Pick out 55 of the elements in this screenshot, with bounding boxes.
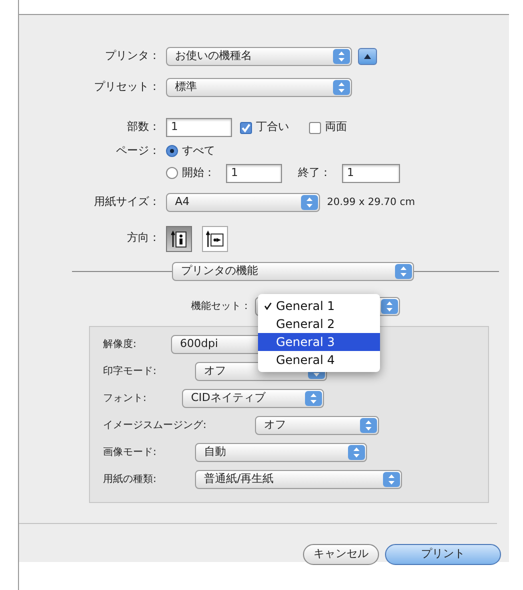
menu-item[interactable]: General 4 (258, 351, 380, 369)
stepper-icon (383, 472, 400, 486)
popup-menu[interactable]: 自動 (195, 442, 367, 462)
field-label: イメージスムージング: (103, 418, 208, 432)
field-label: 機能セット： (190, 300, 252, 314)
stepper-icon (395, 264, 412, 278)
stepper-icon (333, 80, 350, 95)
field-label: 方向： (126, 230, 161, 246)
field-label: 終了： (298, 164, 332, 181)
triangle-icon (364, 54, 371, 59)
cancel-button[interactable]: キャンセル (303, 544, 379, 564)
popup-menu[interactable]: A4 (166, 192, 320, 212)
input-field[interactable]: 1 (226, 164, 282, 182)
radio-label: 開始： (182, 164, 216, 181)
field-label: プリセット： (93, 79, 161, 96)
input-field[interactable]: 1 (166, 118, 232, 137)
stepper-icon (301, 194, 318, 210)
field-label: 用紙の種類: (103, 472, 158, 486)
popup-menu[interactable]: CIDネイティブ (182, 388, 324, 408)
popup-menu[interactable]: お使いの機種名 (166, 47, 352, 66)
landscape-page-icon (206, 230, 224, 248)
orientation-button[interactable] (202, 226, 228, 252)
checkbox-label: 両面 (325, 119, 347, 136)
checkbox[interactable] (240, 122, 252, 134)
input-field[interactable]: 1 (342, 164, 400, 182)
popup-menu[interactable]: プリンタの機能 (172, 262, 414, 280)
print-button[interactable]: プリント (385, 544, 501, 564)
orientation-button[interactable] (166, 226, 192, 252)
field-label: 部数： (126, 119, 161, 136)
paper-dimensions: 20.99 x 29.70 cm (327, 196, 415, 210)
stepper-icon (305, 390, 322, 406)
field-label: 解像度: (103, 338, 138, 352)
radio-label: すべて (182, 143, 215, 159)
disclosure-button[interactable] (358, 48, 377, 65)
stepper-icon (348, 444, 365, 460)
popup-menu[interactable]: オフ (255, 416, 379, 434)
field-label: プリンタ： (104, 48, 161, 64)
field-label: 用紙サイズ： (93, 194, 161, 210)
popup-menu[interactable]: 普通紙/再生紙 (195, 470, 402, 488)
radio-button[interactable] (166, 167, 178, 179)
field-label: ページ： (115, 143, 161, 159)
checkmark-icon (264, 302, 272, 310)
field-label: 画像モード: (103, 446, 158, 460)
stepper-icon (333, 49, 350, 64)
menu-item[interactable]: General 2 (258, 315, 380, 333)
menu-item[interactable]: General 1 (258, 297, 380, 315)
radio-button[interactable] (166, 145, 178, 158)
portrait-page-icon (171, 230, 187, 248)
menu-item[interactable]: General 3 (258, 333, 380, 351)
stepper-icon (360, 418, 377, 432)
checkbox[interactable] (309, 122, 321, 134)
field-label: フォント: (103, 392, 148, 406)
checkbox-label: 丁合い (256, 119, 289, 136)
field-label: 印字モード: (103, 364, 158, 378)
popup-menu[interactable]: 標準 (166, 78, 352, 97)
